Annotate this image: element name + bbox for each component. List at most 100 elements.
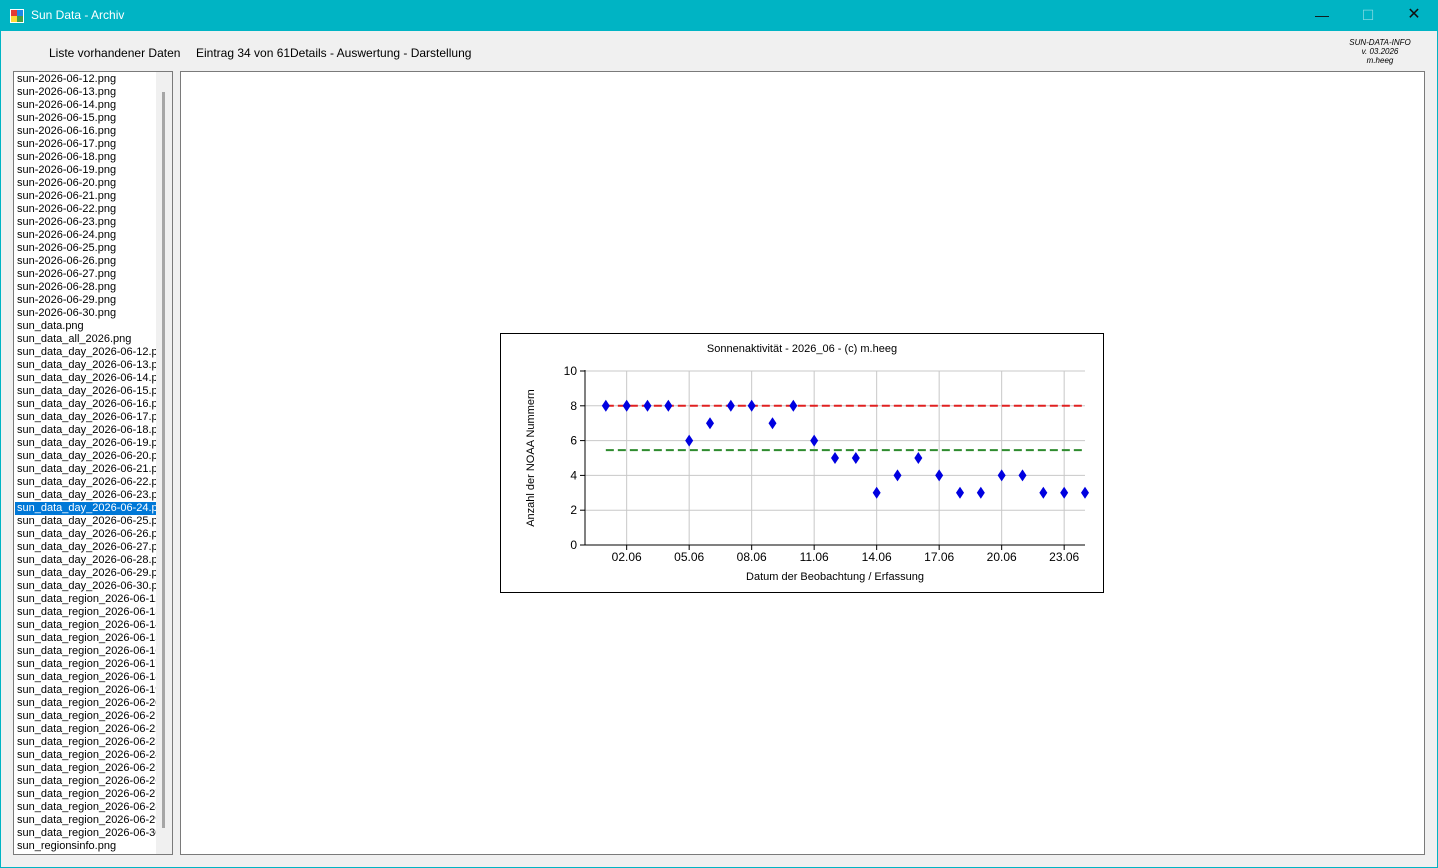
- data-point: [664, 399, 673, 412]
- list-item[interactable]: sun-2026-06-20.png: [15, 177, 157, 190]
- data-point: [1060, 486, 1069, 499]
- data-point: [872, 486, 881, 499]
- list-item[interactable]: sun_data_region_2026-06-22: [15, 723, 157, 736]
- file-list-items: sun-2026-06-12.png sun-2026-06-13.png sun-…: [15, 73, 157, 853]
- data-point: [851, 452, 860, 464]
- list-item[interactable]: sun-2026-06-18.png: [15, 151, 157, 164]
- list-item[interactable]: sun-2026-06-14.png: [15, 99, 157, 112]
- y-tick-label: 4: [570, 468, 577, 482]
- list-item[interactable]: sun-2026-06-16.png: [15, 125, 157, 138]
- list-item[interactable]: sun_data_day_2026-06-30.pr: [15, 580, 157, 593]
- data-point: [1018, 469, 1027, 482]
- list-item[interactable]: sun_data_day_2026-06-19.pr: [15, 437, 157, 450]
- list-item[interactable]: sun_data_region_2026-06-25: [15, 762, 157, 775]
- list-item[interactable]: sun_data_region_2026-06-30: [15, 827, 157, 840]
- data-point: [685, 434, 694, 447]
- data-point: [789, 399, 798, 412]
- list-scrollbar[interactable]: [156, 72, 172, 854]
- list-item[interactable]: sun-2026-06-30.png: [15, 307, 157, 320]
- details-heading: Details - Auswertung - Darstellung: [290, 46, 472, 60]
- list-item[interactable]: sun-2026-06-24.png: [15, 229, 157, 242]
- list-item[interactable]: sun_data_region_2026-06-16: [15, 645, 157, 658]
- list-item[interactable]: sun-2026-06-28.png: [15, 281, 157, 294]
- x-tick-label: 14.06: [862, 550, 892, 564]
- list-item[interactable]: sun_data_region_2026-06-26: [15, 775, 157, 788]
- info-line: v. 03.2026: [1361, 47, 1399, 56]
- list-item[interactable]: sun_data_day_2026-06-29.pr: [15, 567, 157, 580]
- list-item[interactable]: sun_data_day_2026-06-20.pr: [15, 450, 157, 463]
- list-item[interactable]: sun_data_day_2026-06-22.pr: [15, 476, 157, 489]
- list-item[interactable]: sun_data_region_2026-06-24: [15, 749, 157, 762]
- data-point: [956, 486, 964, 499]
- list-item[interactable]: sun_data_day_2026-06-18.pr: [15, 424, 157, 437]
- activity-chart: Sonnenaktivität - 2026_06 - (c) m.heeg02…: [525, 343, 1089, 583]
- list-item[interactable]: sun_data_region_2026-06-21: [15, 710, 157, 723]
- minimize-button[interactable]: —: [1299, 0, 1345, 31]
- data-point: [706, 417, 714, 430]
- list-item[interactable]: sun_data_day_2026-06-24.pr: [15, 502, 157, 515]
- list-item[interactable]: sun_data.png: [15, 320, 157, 333]
- list-item[interactable]: sun_data_region_2026-06-15: [15, 632, 157, 645]
- list-item[interactable]: sun_data_day_2026-06-27.pr: [15, 541, 157, 554]
- list-item[interactable]: sun_data_region_2026-06-29: [15, 814, 157, 827]
- list-item[interactable]: sun_data_region_2026-06-12: [15, 593, 157, 606]
- list-item[interactable]: sun_data_day_2026-06-17.pr: [15, 411, 157, 424]
- list-item[interactable]: sun_data_day_2026-06-13.pr: [15, 359, 157, 372]
- y-tick-label: 6: [570, 434, 577, 448]
- list-item[interactable]: sun_data_day_2026-06-23.pr: [15, 489, 157, 502]
- list-item[interactable]: sun_data_region_2026-06-28: [15, 801, 157, 814]
- entry-counter: Eintrag 34 von 61: [196, 46, 291, 60]
- data-point: [935, 469, 944, 482]
- data-point: [831, 452, 839, 464]
- list-item[interactable]: sun_data_region_2026-06-17: [15, 658, 157, 671]
- list-item[interactable]: sun_data_region_2026-06-20: [15, 697, 157, 710]
- list-item[interactable]: sun-2026-06-17.png: [15, 138, 157, 151]
- y-tick-label: 8: [570, 399, 577, 413]
- x-tick-label: 08.06: [737, 550, 767, 564]
- list-item[interactable]: sun-2026-06-23.png: [15, 216, 157, 229]
- scrollbar-thumb[interactable]: [162, 92, 165, 828]
- list-item[interactable]: sun-2026-06-15.png: [15, 112, 157, 125]
- data-point: [893, 469, 902, 482]
- version-info: SUN-DATA-INFO v. 03.2026 m.heeg: [1338, 38, 1422, 65]
- maximize-button[interactable]: ☐: [1345, 0, 1391, 31]
- chart-frame: Sonnenaktivität - 2026_06 - (c) m.heeg 0 2…: [500, 333, 1104, 593]
- close-button[interactable]: ✕: [1391, 0, 1437, 31]
- data-point: [601, 399, 610, 412]
- list-item[interactable]: sun_regionsinfo.png: [15, 840, 157, 853]
- y-tick-label: 2: [570, 503, 577, 517]
- list-item[interactable]: sun_data_day_2026-06-16.pr: [15, 398, 157, 411]
- list-item[interactable]: sun_data_day_2026-06-15.pr: [15, 385, 157, 398]
- list-item[interactable]: sun-2026-06-26.png: [15, 255, 157, 268]
- list-item[interactable]: sun-2026-06-12.png: [15, 73, 157, 86]
- list-item[interactable]: sun_data_day_2026-06-25.pr: [15, 515, 157, 528]
- info-line: m.heeg: [1366, 56, 1394, 65]
- x-tick-label: 05.06: [674, 550, 704, 564]
- list-item[interactable]: sun-2026-06-22.png: [15, 203, 157, 216]
- list-item[interactable]: sun_data_day_2026-06-26.pr: [15, 528, 157, 541]
- list-item[interactable]: sun-2026-06-19.png: [15, 164, 157, 177]
- list-item[interactable]: sun_data_region_2026-06-23: [15, 736, 157, 749]
- list-heading: Liste vorhandener Daten: [49, 46, 181, 60]
- data-point: [1039, 486, 1048, 499]
- list-item[interactable]: sun_data_region_2026-06-18: [15, 671, 157, 684]
- list-item[interactable]: sun-2026-06-29.png: [15, 294, 157, 307]
- title-bar: Sun Data - Archiv — ☐ ✕: [0, 0, 1438, 31]
- list-item[interactable]: sun_data_all_2026.png: [15, 333, 157, 346]
- list-item[interactable]: sun_data_region_2026-06-14: [15, 619, 157, 632]
- list-item[interactable]: sun_data_day_2026-06-12.pr: [15, 346, 157, 359]
- list-item[interactable]: sun-2026-06-27.png: [15, 268, 157, 281]
- list-item[interactable]: sun-2026-06-13.png: [15, 86, 157, 99]
- list-item[interactable]: sun-2026-06-25.png: [15, 242, 157, 255]
- list-item[interactable]: sun_data_day_2026-06-21.pr: [15, 463, 157, 476]
- x-tick-label: 17.06: [924, 550, 954, 564]
- list-item[interactable]: sun_data_day_2026-06-28.pr: [15, 554, 157, 567]
- list-item[interactable]: sun_data_region_2026-06-19: [15, 684, 157, 697]
- file-listbox[interactable]: sun-2026-06-12.png sun-2026-06-13.png sun-…: [13, 71, 173, 855]
- info-line: SUN-DATA-INFO: [1349, 38, 1411, 47]
- list-item[interactable]: sun_data_region_2026-06-13: [15, 606, 157, 619]
- list-item[interactable]: sun_data_region_2026-06-27: [15, 788, 157, 801]
- list-item[interactable]: sun-2026-06-21.png: [15, 190, 157, 203]
- list-item[interactable]: sun_data_day_2026-06-14.pr: [15, 372, 157, 385]
- y-tick-label: 0: [570, 538, 577, 552]
